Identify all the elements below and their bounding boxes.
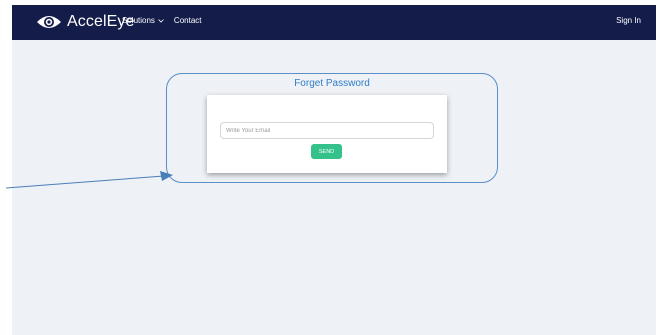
send-button[interactable]: SEND (311, 144, 342, 159)
nav-contact-label: Contact (173, 16, 202, 25)
nav-solutions-label: Solutions (122, 16, 155, 25)
nav-solutions[interactable]: Solutions (122, 16, 164, 25)
eye-logo-icon (37, 16, 61, 28)
forget-password-card: SEND (207, 95, 447, 173)
email-input[interactable] (220, 122, 434, 139)
forget-password-title: Forget Password (294, 78, 370, 89)
nav-contact[interactable]: Contact (174, 16, 202, 25)
chevron-down-icon (158, 18, 164, 23)
screenshot-canvas: AccelEye Solutions Contact Sign In Forge… (0, 0, 665, 335)
sign-in-link[interactable]: Sign In (616, 16, 641, 25)
top-navbar: AccelEye Solutions Contact Sign In (12, 5, 656, 40)
brand-logo[interactable]: AccelEye (36, 11, 135, 33)
main-nav: Solutions Contact (122, 16, 202, 25)
